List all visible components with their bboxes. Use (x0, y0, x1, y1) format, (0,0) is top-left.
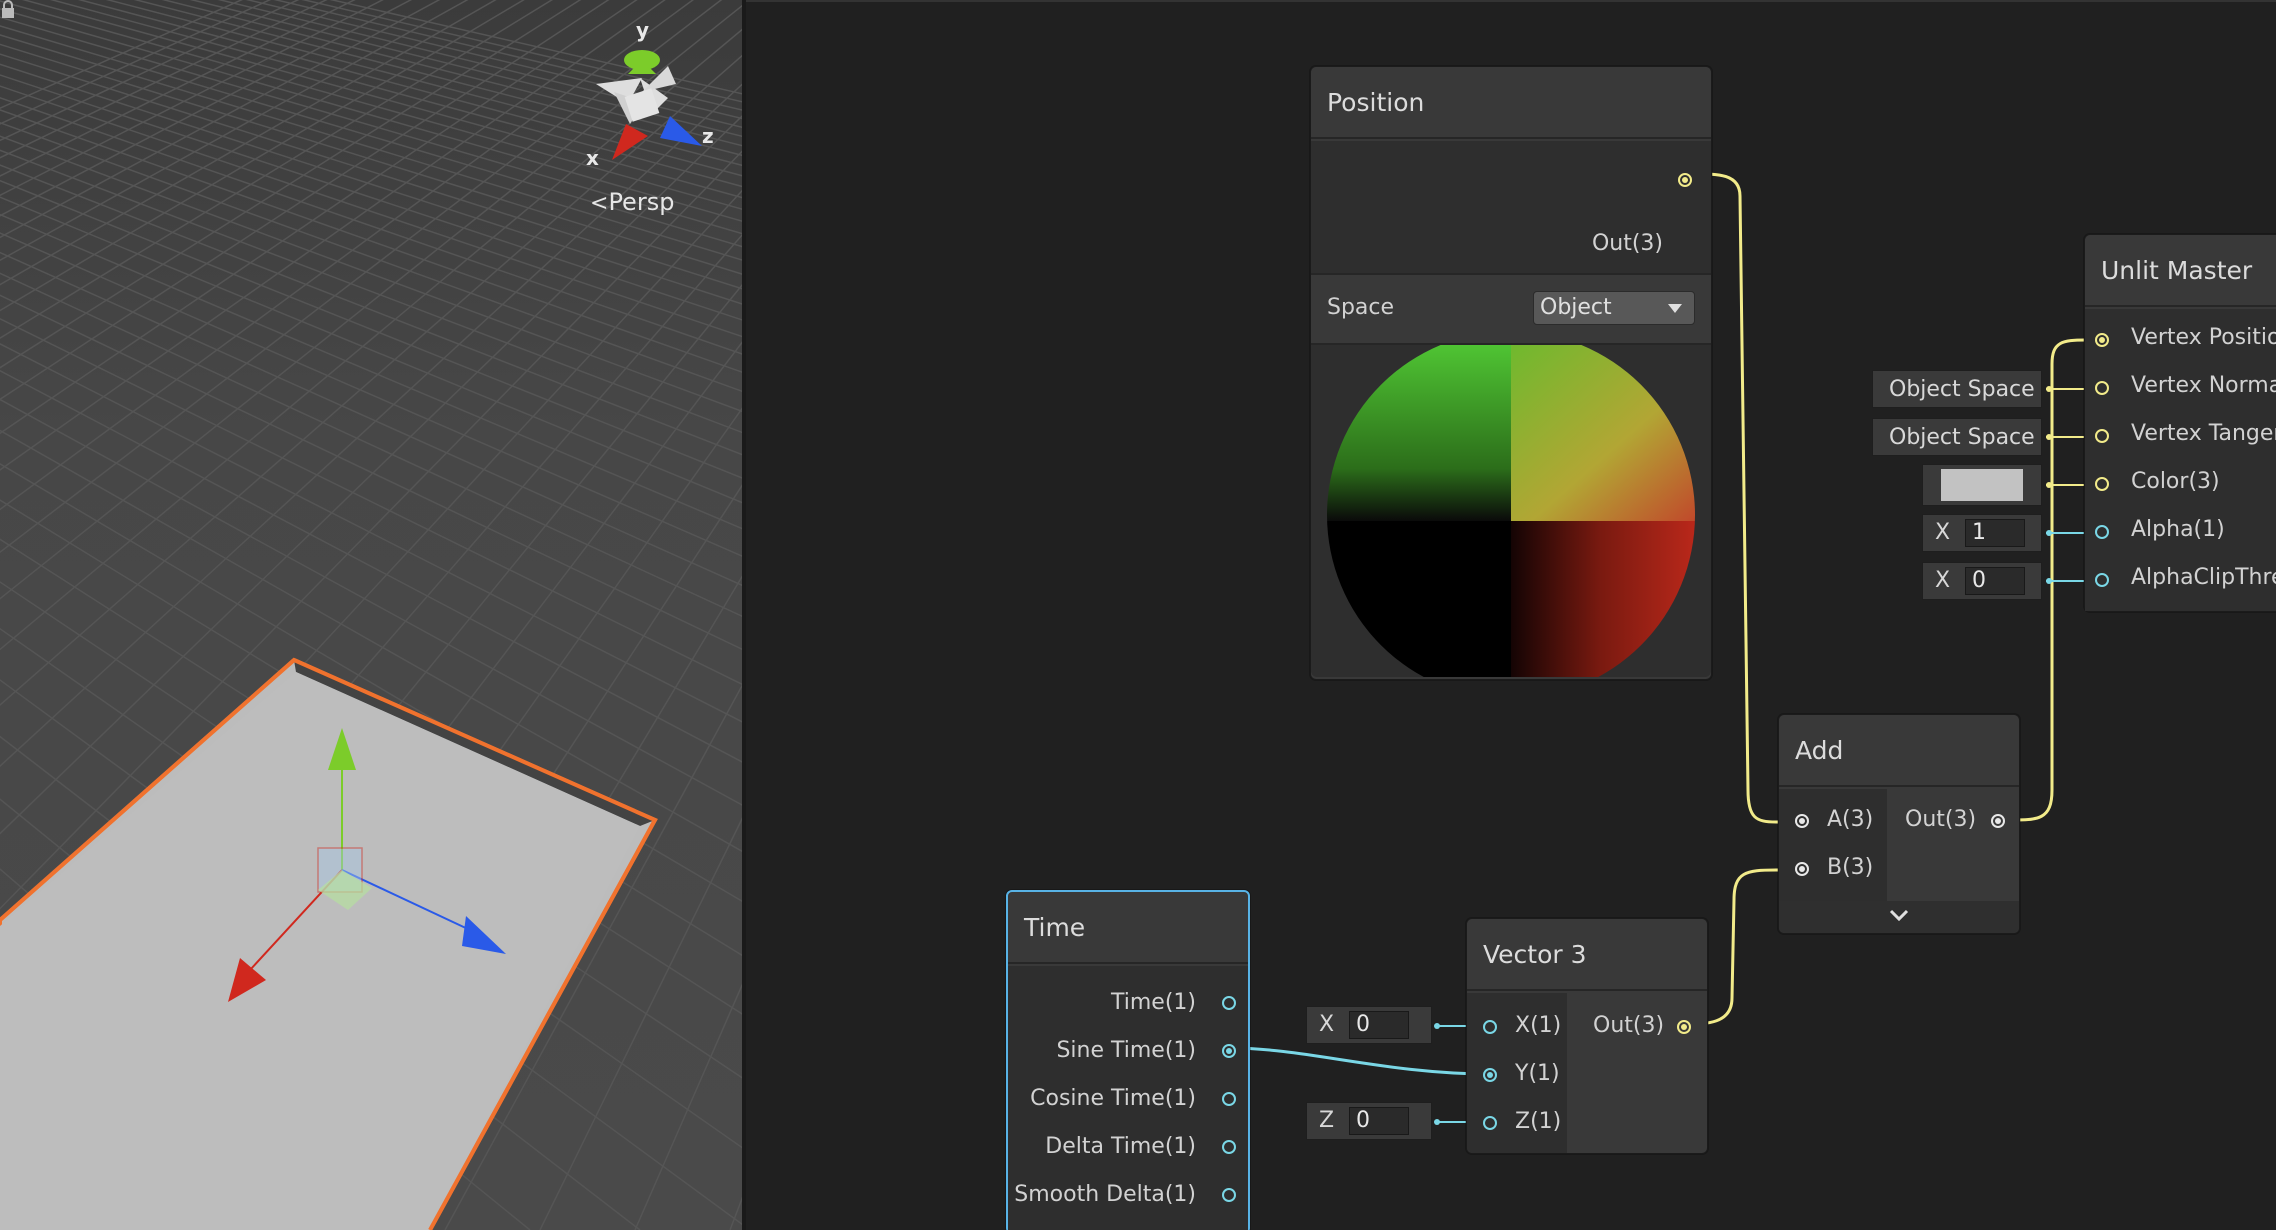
add-port-b[interactable] (1795, 862, 1809, 876)
shader-graph-canvas[interactable]: Position Out(3) Space Object Unlit Maste… (746, 0, 2276, 1230)
alpha-clip-field[interactable]: X 0 (1922, 562, 2042, 600)
vector3-x-value[interactable]: 0 (1349, 1011, 1409, 1039)
space-dropdown-value: Object (1540, 295, 1612, 320)
gizmo-z-label: z (702, 124, 714, 148)
normal-space-field[interactable]: Object Space (1872, 370, 2042, 408)
port-vertex-normal[interactable] (2095, 381, 2109, 395)
add-port-a[interactable] (1795, 814, 1809, 828)
alpha-field[interactable]: X 1 (1922, 514, 2042, 552)
port-vertex-tangent[interactable] (2095, 429, 2109, 443)
wire-sinetime-to-y (1229, 1046, 1491, 1076)
add-label-a: A(3) (1827, 807, 1874, 832)
time-label-sine: Sine Time(1) (1056, 1038, 1196, 1063)
scene-grid[interactable] (0, 0, 742, 1230)
connector-dot (2046, 578, 2052, 584)
unlit-master-title[interactable]: Unlit Master (2085, 235, 2276, 307)
gizmo-x-label: x (586, 146, 599, 170)
sphere-preview[interactable] (1311, 345, 1711, 699)
add-port-out[interactable] (1991, 814, 2005, 828)
label-vertex-position: Vertex Positio (2131, 325, 2276, 350)
label-vertex-normal: Vertex Norma (2131, 373, 2276, 398)
dropdown-caret-icon (1668, 304, 1682, 313)
add-node-title[interactable]: Add (1779, 715, 2019, 787)
position-out-port[interactable] (1678, 173, 1692, 187)
connector-dot (2046, 386, 2052, 392)
add-label-out: Out(3) (1905, 807, 1977, 832)
vector3-label-x: X(1) (1515, 1013, 1562, 1038)
projection-label: Persp (608, 188, 675, 216)
color-field[interactable] (1922, 464, 2042, 506)
vector3-x-field[interactable]: X 0 (1306, 1006, 1432, 1044)
label-alpha: Alpha(1) (2131, 517, 2225, 542)
add-node[interactable]: Add A(3) B(3) Out(3) (1778, 714, 2020, 934)
port-alpha-clip[interactable] (2095, 573, 2109, 587)
time-port-cosine[interactable] (1222, 1092, 1236, 1106)
position-node-title[interactable]: Position (1311, 67, 1711, 139)
connector-dot (2046, 482, 2052, 488)
time-label-time: Time(1) (1110, 990, 1196, 1015)
port-alpha[interactable] (2095, 525, 2109, 539)
vector3-port-x[interactable] (1483, 1020, 1497, 1034)
connector-dot (1434, 1023, 1440, 1029)
connector-dot (2046, 434, 2052, 440)
add-inputs-area (1779, 789, 1887, 901)
time-port-time[interactable] (1222, 996, 1236, 1010)
vector3-port-out[interactable] (1677, 1020, 1691, 1034)
label-color: Color(3) (2131, 469, 2220, 494)
time-node[interactable]: Time Time(1) Sine Time(1) Cosine Time(1)… (1006, 890, 1250, 1230)
vector3-port-z[interactable] (1483, 1116, 1497, 1130)
time-label-delta: Delta Time(1) (1045, 1134, 1196, 1159)
time-port-smooth-delta[interactable] (1222, 1188, 1236, 1202)
vector3-z-axis-label: Z (1319, 1108, 1335, 1133)
tangent-space-field[interactable]: Object Space (1872, 418, 2042, 456)
position-node[interactable]: Position Out(3) Space Object (1310, 66, 1712, 699)
preview-area (1311, 345, 1711, 699)
vector3-z-value[interactable]: 0 (1349, 1107, 1409, 1135)
vector3-label-z: Z(1) (1515, 1109, 1562, 1134)
unlit-master-node[interactable]: Unlit Master Vertex Positio Vertex Norma… (2084, 234, 2276, 612)
alpha-clip-axis-label: X (1935, 568, 1951, 593)
tangent-space-value: Object Space (1889, 425, 2035, 450)
time-node-title[interactable]: Time (1008, 892, 1248, 964)
port-vertex-position[interactable] (2095, 333, 2109, 347)
time-label-cosine: Cosine Time(1) (1030, 1086, 1196, 1111)
add-expand-bar[interactable] (1779, 901, 2019, 933)
alpha-clip-value[interactable]: 0 (1965, 567, 2025, 595)
alpha-value[interactable]: 1 (1965, 519, 2025, 547)
vector3-port-y[interactable] (1483, 1068, 1497, 1082)
color-swatch[interactable] (1941, 469, 2023, 501)
vector3-label-out: Out(3) (1593, 1013, 1665, 1038)
alpha-axis-label: X (1935, 520, 1951, 545)
connector-dot (1434, 1119, 1440, 1125)
add-label-b: B(3) (1827, 855, 1874, 880)
position-out-label: Out(3) (1591, 231, 1663, 256)
chevron-left-icon: < (590, 191, 609, 216)
projection-toggle[interactable]: <Persp (590, 188, 674, 216)
label-vertex-tangent: Vertex Tanger (2131, 421, 2276, 446)
port-color[interactable] (2095, 477, 2109, 491)
vector3-x-axis-label: X (1319, 1012, 1335, 1037)
normal-space-value: Object Space (1889, 377, 2035, 402)
lock-icon[interactable] (0, 0, 16, 20)
space-dropdown[interactable]: Object (1533, 291, 1695, 325)
time-port-delta[interactable] (1222, 1140, 1236, 1154)
chevron-down-icon[interactable] (1779, 901, 2019, 933)
time-port-sine[interactable] (1222, 1044, 1236, 1058)
space-label: Space (1327, 295, 1395, 320)
vector3-z-field[interactable]: Z 0 (1306, 1102, 1432, 1140)
vector3-node-title[interactable]: Vector 3 (1467, 919, 1707, 991)
scene-view[interactable]: y x z <Persp (0, 0, 742, 1230)
divider (1311, 273, 1711, 275)
time-label-smooth-delta: Smooth Delta(1) (1014, 1182, 1196, 1207)
connector-dot (2046, 530, 2052, 536)
label-alpha-clip: AlphaClipThre (2131, 565, 2276, 590)
gizmo-y-label: y (636, 18, 650, 42)
vector3-node[interactable]: Vector 3 X(1) Y(1) Z(1) Out(3) (1466, 918, 1708, 1154)
vector3-label-y: Y(1) (1515, 1061, 1560, 1086)
